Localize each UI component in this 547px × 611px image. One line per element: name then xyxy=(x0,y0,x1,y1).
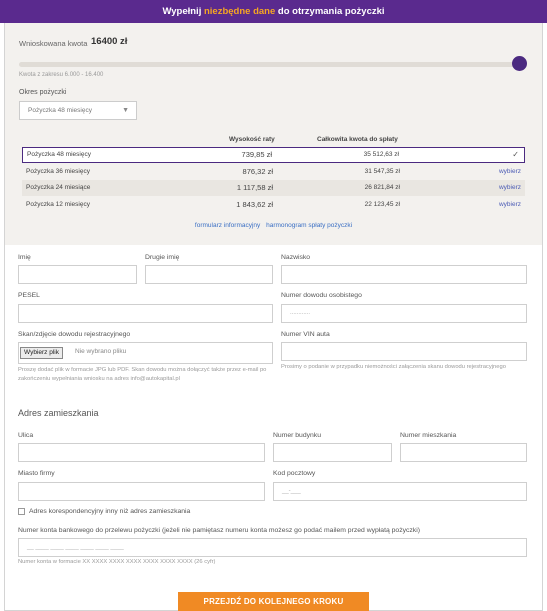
next-step-button[interactable]: PRZEJDŹ DO KOLEJNEGO KROKU xyxy=(178,592,369,611)
info-form-link[interactable]: formularz informacyjny xyxy=(195,222,260,229)
amount-range-note: Kwota z zakresu 6.000 - 16.400 xyxy=(19,72,104,78)
postal-label: Kod pocztowy xyxy=(273,470,316,477)
loan-option-row[interactable]: Pożyczka 24 miesiące 1 117,58 zł 26 821,… xyxy=(22,180,525,196)
bank-label: Numer konta bankowego do przelewu pożycz… xyxy=(18,527,420,534)
loan-option-total: 22 123,45 zł xyxy=(364,201,400,208)
period-label: Okres pożyczki xyxy=(19,89,67,96)
apartment-label: Numer mieszkania xyxy=(400,432,457,439)
choose-link[interactable]: wybierz xyxy=(499,197,521,213)
postal-input[interactable]: __-___ xyxy=(273,482,527,501)
vin-input[interactable] xyxy=(281,342,527,361)
city-label: Miasto firmy xyxy=(18,470,55,477)
loan-option-row[interactable]: Pożyczka 12 miesięcy 1 843,62 zł 22 123,… xyxy=(22,197,525,213)
schedule-link[interactable]: harmonogram spłaty pożyczki xyxy=(266,222,352,229)
amount-slider-thumb[interactable] xyxy=(512,56,527,71)
amount-slider-track[interactable] xyxy=(19,62,520,67)
loan-option-rate: 1 843,62 zł xyxy=(236,200,273,209)
loan-section: Wnioskowana kwota 16400 zł Kwota z zakre… xyxy=(5,23,542,245)
amount-value: 16400 zł xyxy=(91,36,128,47)
bank-account-input[interactable]: __ ____ ____ ____ ____ ____ ____ xyxy=(18,538,527,557)
loan-option-row[interactable]: Pożyczka 36 miesięcy 876,32 zł 31 547,35… xyxy=(22,164,525,180)
street-input[interactable] xyxy=(18,443,265,462)
street-label: Ulica xyxy=(18,432,34,439)
scan-label: Skan/zdjęcie dowodu rejestracyjnego xyxy=(18,331,131,338)
header-highlight: niezbędne dane xyxy=(203,6,276,17)
id-number-label: Numer dowodu osobistego xyxy=(281,292,362,299)
amount-label: Wnioskowana kwota xyxy=(19,39,88,48)
vin-note: Prosimy o podanie w przypadku niemożnośc… xyxy=(281,364,506,370)
apartment-input[interactable] xyxy=(400,443,527,462)
loan-option-total: 35 512,63 zł xyxy=(363,151,399,158)
id-number-input[interactable]: ............ xyxy=(281,304,527,323)
loan-option-name: Pożyczka 24 miesiące xyxy=(26,184,91,191)
second-name-label: Drugie imię xyxy=(145,254,180,261)
loan-option-name: Pożyczka 36 miesięcy xyxy=(26,168,90,175)
loan-option-rate: 876,32 zł xyxy=(242,167,273,176)
building-input[interactable] xyxy=(273,443,392,462)
choose-link[interactable]: wybierz xyxy=(499,180,521,196)
choose-link[interactable]: wybierz xyxy=(499,164,521,180)
last-name-label: Nazwisko xyxy=(281,254,311,261)
chevron-down-icon: ▼ xyxy=(122,107,129,114)
loan-option-rate: 739,85 zł xyxy=(241,150,272,159)
loan-option-rate: 1 117,58 zł xyxy=(236,183,273,192)
pesel-input[interactable] xyxy=(18,304,273,323)
header-prefix: Wypełnij xyxy=(162,6,204,17)
city-input[interactable] xyxy=(18,482,265,501)
document-links: formularz informacyjny harmonogram spłat… xyxy=(5,222,542,229)
choose-file-button[interactable]: Wybierz plik xyxy=(20,347,63,359)
first-name-label: Imię xyxy=(18,254,31,261)
file-status: Nie wybrano pliku xyxy=(75,348,127,355)
second-name-input[interactable] xyxy=(145,265,273,284)
vin-label: Numer VIN auta xyxy=(281,331,330,338)
form-header: Wypełnij niezbędne dane do otrzymania po… xyxy=(0,0,547,23)
header-total: Całkowita kwota do spłaty xyxy=(317,136,398,143)
correspondence-checkbox[interactable] xyxy=(18,508,25,515)
header-suffix: do otrzymania pożyczki xyxy=(275,6,385,17)
first-name-input[interactable] xyxy=(18,265,137,284)
building-label: Numer budynku xyxy=(273,432,321,439)
pesel-label: PESEL xyxy=(18,292,40,299)
loan-option-row[interactable]: Pożyczka 48 miesięcy 739,85 zł 35 512,63… xyxy=(22,147,525,163)
header-rate: Wysokość raty xyxy=(229,136,275,143)
period-selected-value: Pożyczka 48 miesięcy xyxy=(28,107,92,114)
scan-note: Proszę dodać plik w formacie JPG lub PDF… xyxy=(18,367,267,382)
loan-option-total: 31 547,35 zł xyxy=(364,168,400,175)
check-icon: ✓ xyxy=(512,150,519,159)
correspondence-label: Adres korespondencyjny inny niż adres za… xyxy=(29,508,191,515)
last-name-input[interactable] xyxy=(281,265,527,284)
loan-option-total: 26 821,84 zł xyxy=(364,184,400,191)
address-title: Adres zamieszkania xyxy=(18,408,99,418)
loan-option-name: Pożyczka 48 miesięcy xyxy=(27,151,91,158)
loan-option-name: Pożyczka 12 miesięcy xyxy=(26,201,90,208)
bank-note: Numer konta w formacie XX XXXX XXXX XXXX… xyxy=(18,559,216,565)
period-select[interactable]: Pożyczka 48 miesięcy ▼ xyxy=(19,101,137,120)
